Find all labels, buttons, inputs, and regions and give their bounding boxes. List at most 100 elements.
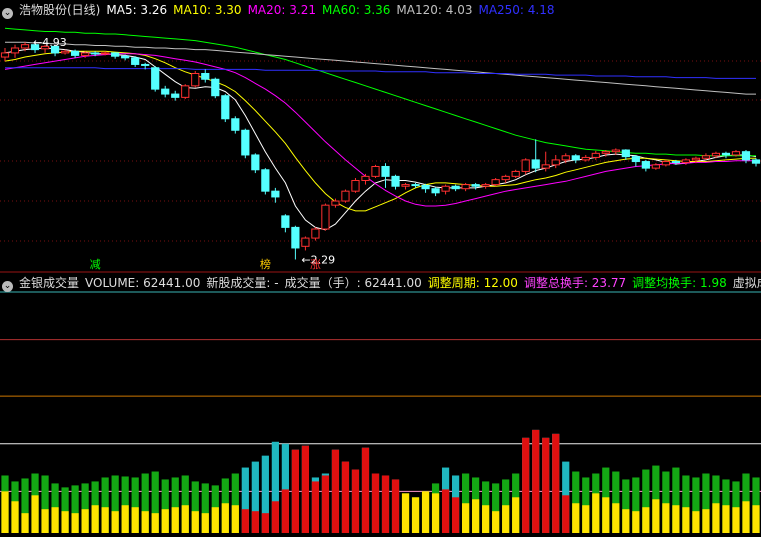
volume-bar-21	[211, 485, 219, 533]
volume-bar-8	[81, 483, 89, 533]
volume-bar-50	[502, 479, 510, 533]
volume-inner	[462, 503, 470, 533]
volume-bar-48	[482, 481, 490, 533]
volume-bar-51	[512, 473, 520, 533]
volume-bar-59	[592, 473, 600, 533]
volume-inner	[472, 499, 480, 533]
volume-bar-0	[1, 475, 9, 533]
candle-body	[10, 47, 20, 54]
candle-body	[531, 159, 540, 169]
volume-inner	[181, 505, 189, 533]
candle-54	[541, 151, 550, 172]
candle-11	[111, 52, 120, 59]
candle-29	[291, 225, 300, 260]
candle-body	[681, 159, 691, 163]
volume-indicator-5: 调整均换手: 1.98	[632, 276, 727, 290]
candle-59	[591, 150, 600, 160]
chevron-down-icon[interactable]: ⌄	[2, 281, 13, 292]
candle-64	[641, 159, 650, 172]
volume-inner	[51, 507, 59, 533]
volume-bar-55	[552, 433, 560, 533]
volume-inner	[81, 509, 89, 533]
candle-body	[671, 161, 680, 164]
ma-indicator-2: MA20: 3.21	[247, 3, 316, 17]
volume-bar-65	[652, 465, 660, 533]
candle-26	[261, 168, 270, 195]
volume-bar-24	[241, 467, 249, 533]
volume-bar-45	[451, 475, 460, 533]
volume-inner	[592, 493, 600, 533]
candle-15	[151, 66, 160, 92]
volume-bar-37	[371, 473, 380, 533]
candle-47	[471, 182, 480, 190]
candle-body	[571, 155, 580, 161]
volume-inner	[61, 511, 69, 533]
candle-body	[351, 179, 360, 192]
candle-body	[361, 175, 370, 181]
chevron-down-icon[interactable]: ⌄	[2, 8, 13, 19]
candle-55	[551, 154, 560, 169]
volume-inner	[71, 513, 79, 533]
volume-bar-73	[732, 481, 740, 533]
volume-inner	[431, 493, 440, 533]
candle-22	[221, 94, 230, 123]
volume-bar-15	[151, 471, 159, 533]
volume-bar-40	[401, 493, 410, 533]
candle-body	[501, 175, 510, 181]
candle-body	[511, 170, 520, 177]
candle-body	[711, 152, 721, 157]
candle-body	[121, 55, 130, 59]
candle-13	[131, 56, 140, 67]
stock-title[interactable]: 浩物股份(日线)	[19, 3, 100, 17]
volume-inner	[311, 481, 320, 533]
candle-body	[391, 175, 400, 187]
volume-inner	[642, 507, 650, 533]
ma-indicator-group: MA5: 3.26 MA10: 3.30 MA20: 3.21 MA60: 3.36 M…	[106, 3, 560, 17]
volume-indicator-0: VOLUME: 62441.00	[85, 276, 201, 290]
volume-bar-44	[441, 467, 450, 533]
volume-inner	[171, 507, 179, 533]
volume-inner	[301, 445, 310, 533]
volume-inner	[381, 475, 390, 533]
candle-39	[391, 174, 400, 190]
volume-indicator-2: 成交量（手）: 62441.00	[284, 276, 422, 290]
candle-18	[181, 84, 190, 100]
volume-inner	[682, 507, 690, 533]
volume-inner	[622, 509, 630, 533]
candle-30	[301, 236, 310, 251]
volume-bar-17	[171, 477, 179, 533]
candle-53	[531, 139, 540, 173]
volume-inner	[1, 491, 9, 533]
volume-inner	[482, 505, 490, 533]
candle-body	[661, 161, 670, 166]
candle-body	[411, 184, 420, 187]
volume-bar-74	[742, 473, 750, 533]
ma-indicator-5: MA250: 4.18	[478, 3, 555, 17]
volume-bar-60	[602, 467, 610, 533]
volume-bar-69	[692, 477, 700, 533]
candle-body	[91, 52, 100, 55]
candle-body	[381, 165, 390, 177]
volume-inner	[241, 509, 249, 533]
candle-body	[221, 95, 230, 120]
volume-inner	[21, 513, 29, 533]
candle-body	[191, 72, 200, 87]
volume-inner	[612, 503, 620, 533]
volume-bar-31	[311, 477, 320, 533]
candle-75	[751, 158, 761, 167]
candle-body	[701, 155, 711, 159]
volume-bar-46	[462, 473, 470, 533]
candle-body	[331, 200, 340, 206]
volume-bar-58	[582, 477, 590, 533]
candle-20	[201, 69, 210, 83]
volume-bar-16	[161, 479, 169, 533]
candle-body	[0, 52, 10, 58]
candle-body	[60, 50, 70, 54]
candle-72	[721, 151, 731, 159]
volume-bar-5	[51, 483, 59, 533]
volume-bar-7	[71, 485, 79, 533]
candle-7	[70, 49, 80, 58]
volume-indicator-title[interactable]: 金银成交量	[19, 276, 79, 290]
volume-bar-72	[722, 479, 730, 533]
volume-inner	[91, 505, 99, 533]
